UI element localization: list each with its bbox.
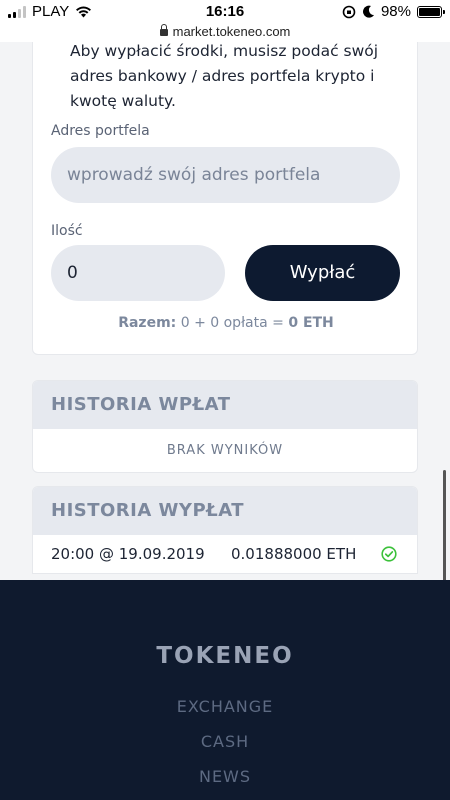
footer-link-cash[interactable]: CASH xyxy=(0,732,450,751)
footer-link-exchange[interactable]: EXCHANGE xyxy=(0,697,450,716)
site-footer: TOKENEO EXCHANGE CASH NEWS xyxy=(0,580,450,800)
withdraw-instructions: Aby wypłacić środki, musisz podać swój a… xyxy=(70,42,379,110)
deposit-history-panel: HISTORIA WPŁAT BRAK WYNIKÓW xyxy=(32,380,418,473)
total-expression: 0 + 0 opłata = xyxy=(180,315,284,331)
battery-percent: 98% xyxy=(380,3,411,20)
page-content: Aby wypłacić środki, musisz podać swój a… xyxy=(0,42,450,580)
orientation-lock-icon xyxy=(342,5,356,18)
table-row: 20:00 @ 19.09.2019 0.01888000 ETH xyxy=(33,535,417,573)
amount-label: Ilość xyxy=(51,223,83,239)
payout-history-title: HISTORIA WYPŁAT xyxy=(33,487,417,535)
deposit-history-title: HISTORIA WPŁAT xyxy=(33,381,417,429)
check-circle-icon xyxy=(381,546,397,562)
payout-history-panel: HISTORIA WYPŁAT 20:00 @ 19.09.2019 0.018… xyxy=(32,486,418,574)
wallet-address-label: Adres portfela xyxy=(51,123,150,139)
payout-datetime: 20:00 @ 19.09.2019 xyxy=(51,545,205,563)
withdraw-button[interactable]: Wypłać xyxy=(245,245,400,301)
deposit-history-empty: BRAK WYNIKÓW xyxy=(166,443,284,458)
status-bar: PLAY 16:16 98% xyxy=(0,0,450,24)
url-text: market.tokeneo.com xyxy=(172,24,291,39)
total-summary: Razem: 0 + 0 opłata = 0 ETH xyxy=(33,315,419,331)
payout-amount: 0.01888000 ETH xyxy=(231,545,357,563)
status-right: 98% xyxy=(342,3,445,20)
moon-icon xyxy=(362,5,374,18)
total-result: 0 ETH xyxy=(288,315,334,331)
wallet-address-input[interactable]: wprowadź swój adres portfela xyxy=(51,147,400,203)
amount-input[interactable]: 0 xyxy=(51,245,225,301)
total-label: Razem: xyxy=(118,315,177,331)
footer-link-news[interactable]: NEWS xyxy=(0,767,450,786)
battery-icon xyxy=(417,5,445,18)
withdraw-form-card: Aby wypłacić środki, musisz podać swój a… xyxy=(32,42,418,355)
address-bar[interactable]: market.tokeneo.com xyxy=(0,24,450,42)
footer-brand-logo[interactable]: TOKENEO xyxy=(0,643,450,669)
lock-icon xyxy=(159,24,168,36)
